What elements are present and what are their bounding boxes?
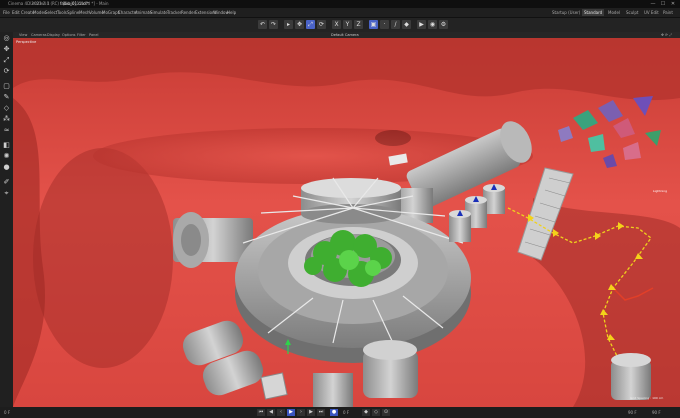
layout-model[interactable]: Model	[606, 9, 622, 16]
menu-mesh[interactable]: Mesh	[79, 10, 90, 15]
key-icon[interactable]: ◆	[362, 409, 370, 416]
viewport-menu-panel[interactable]: Panel	[89, 33, 98, 37]
cloner-icon[interactable]: ⁂	[2, 115, 11, 124]
viewport-menu-cameras[interactable]: Cameras	[31, 33, 47, 37]
current-frame[interactable]: 0 F	[4, 410, 10, 415]
menu-file[interactable]: File	[3, 10, 10, 15]
material-icon[interactable]: ●	[2, 163, 11, 172]
next-key-icon[interactable]: ▶	[307, 409, 315, 416]
scale-tool-icon[interactable]: ⤢	[2, 56, 11, 65]
menu-simulate[interactable]: Simulate	[150, 10, 168, 15]
terrain-crevice-left	[33, 148, 173, 368]
record-icon[interactable]: ●	[330, 409, 338, 416]
axis-z-icon[interactable]: Z	[354, 20, 363, 29]
menu-edit[interactable]: Edit	[12, 10, 20, 15]
viewport[interactable]: Perspective Lightning Grid Spacing : 100…	[13, 38, 680, 407]
menu-tools[interactable]: Tools	[57, 10, 67, 15]
menu-tracker[interactable]: Tracker	[167, 10, 181, 15]
brush-icon[interactable]: ✐	[2, 178, 11, 187]
polygons-mode-icon[interactable]: ◆	[402, 20, 411, 29]
maximize-button[interactable]: ☐	[660, 1, 666, 7]
viewport-nav-icons[interactable]: ✥ ⟳ ⤢	[661, 33, 672, 37]
close-button[interactable]: ✕	[670, 1, 676, 7]
object-label: Lightning	[653, 189, 668, 193]
rotate-icon[interactable]: ⟳	[317, 20, 326, 29]
menu-render[interactable]: Render	[181, 10, 195, 15]
tank-bottom-right	[611, 353, 651, 400]
deformer-icon[interactable]: ≈	[2, 126, 11, 135]
go-to-end-icon[interactable]: ⏭	[317, 409, 325, 416]
points-mode-icon[interactable]: ·	[380, 20, 389, 29]
layout-standard[interactable]: Standard	[582, 9, 605, 16]
autokey-icon[interactable]: ⊙	[382, 409, 390, 416]
layout-startup[interactable]: Startup (User)	[550, 9, 582, 16]
view-name: Perspective	[16, 40, 37, 44]
render-settings-icon[interactable]: ⚙	[439, 20, 448, 29]
redo-icon[interactable]: ↷	[269, 20, 278, 29]
end-frame[interactable]: 90 F	[628, 410, 637, 415]
minimize-button[interactable]: —	[650, 1, 656, 7]
grid-spacing-label: Grid Spacing : 100 cm	[630, 396, 664, 400]
viewport-menu-options[interactable]: Options	[62, 33, 76, 37]
ring-platform	[235, 208, 471, 363]
prev-frame-icon[interactable]: ‹	[277, 409, 285, 416]
viewport-menu-filter[interactable]: Filter	[77, 33, 86, 37]
main-toolbar: ↶ ↷ ▸ ✥ ⤢ ⟳ X Y Z ▣ · / ◆ ▶ ◉ ⚙	[0, 18, 680, 32]
menu-select[interactable]: Select	[45, 10, 57, 15]
cube-icon[interactable]: ▢	[2, 82, 11, 91]
viewport-menu-display[interactable]: Display	[47, 33, 60, 37]
edges-mode-icon[interactable]: /	[391, 20, 400, 29]
fps-field[interactable]: 90 F	[652, 410, 661, 415]
render-icon[interactable]: ◉	[428, 20, 437, 29]
select-icon[interactable]: ▸	[284, 20, 293, 29]
render-view-icon[interactable]: ▶	[417, 20, 426, 29]
viewport-scene	[13, 38, 680, 407]
move-tool-icon[interactable]: ✥	[2, 45, 11, 54]
rotate-tool-icon[interactable]: ⟳	[2, 67, 11, 76]
go-to-start-icon[interactable]: ⏮	[257, 409, 265, 416]
layout-sculpt[interactable]: Sculpt	[624, 9, 641, 16]
title-bar: Cinema 4D 2023.2.0 (RC) - [fabio_01.c4d …	[0, 0, 680, 8]
viewport-menu-view[interactable]: View	[19, 33, 27, 37]
layout-paint[interactable]: Paint	[661, 9, 675, 16]
pen-icon[interactable]: ✎	[2, 93, 11, 102]
undo-icon[interactable]: ↶	[258, 20, 267, 29]
menu-bar: File Edit Create Modes Select Tools Spli…	[0, 8, 680, 18]
scale-icon[interactable]: ⤢	[306, 20, 315, 29]
axis-x-icon[interactable]: X	[332, 20, 341, 29]
subdivision-icon[interactable]: ◇	[2, 104, 11, 113]
menu-help[interactable]: Help	[227, 10, 236, 15]
menu-spline[interactable]: Spline	[67, 10, 79, 15]
axis-y-icon[interactable]: Y	[343, 20, 352, 29]
live-select-icon[interactable]: ◎	[2, 34, 11, 43]
light-icon[interactable]: ✺	[2, 152, 11, 161]
next-frame-icon[interactable]: ›	[297, 409, 305, 416]
move-icon[interactable]: ✥	[295, 20, 304, 29]
layout-uv-edit[interactable]: UV Edit	[642, 9, 661, 16]
model-mode-icon[interactable]: ▣	[369, 20, 378, 29]
timeline-bar: 0 F ⏮ ◀ ‹ ▶ › ▶ ⏭ ● 0 F ◆ ◇ ⊙ 90 F 90 F	[0, 407, 680, 418]
tab-active-document[interactable]: fabio_01.c4d *	[60, 1, 89, 6]
camera-icon[interactable]: ◧	[2, 141, 11, 150]
left-toolbar: ◎ ✥ ⤢ ⟳ ▢ ✎ ◇ ⁂ ≈ ◧ ✺ ● ✐ ⌖	[0, 32, 13, 408]
tab-untitled[interactable]: Untitled 1	[30, 1, 50, 6]
prev-key-icon[interactable]: ◀	[267, 409, 275, 416]
play-icon[interactable]: ▶	[287, 409, 295, 416]
window-title: Cinema 4D 2023.2.0 (RC) - [fabio_01.c4d …	[8, 1, 109, 6]
keyframe-icon[interactable]: ◇	[372, 409, 380, 416]
start-frame[interactable]: 0 F	[343, 410, 349, 415]
camera-label: Default Camera	[331, 33, 359, 37]
snap-icon[interactable]: ⌖	[2, 189, 11, 198]
